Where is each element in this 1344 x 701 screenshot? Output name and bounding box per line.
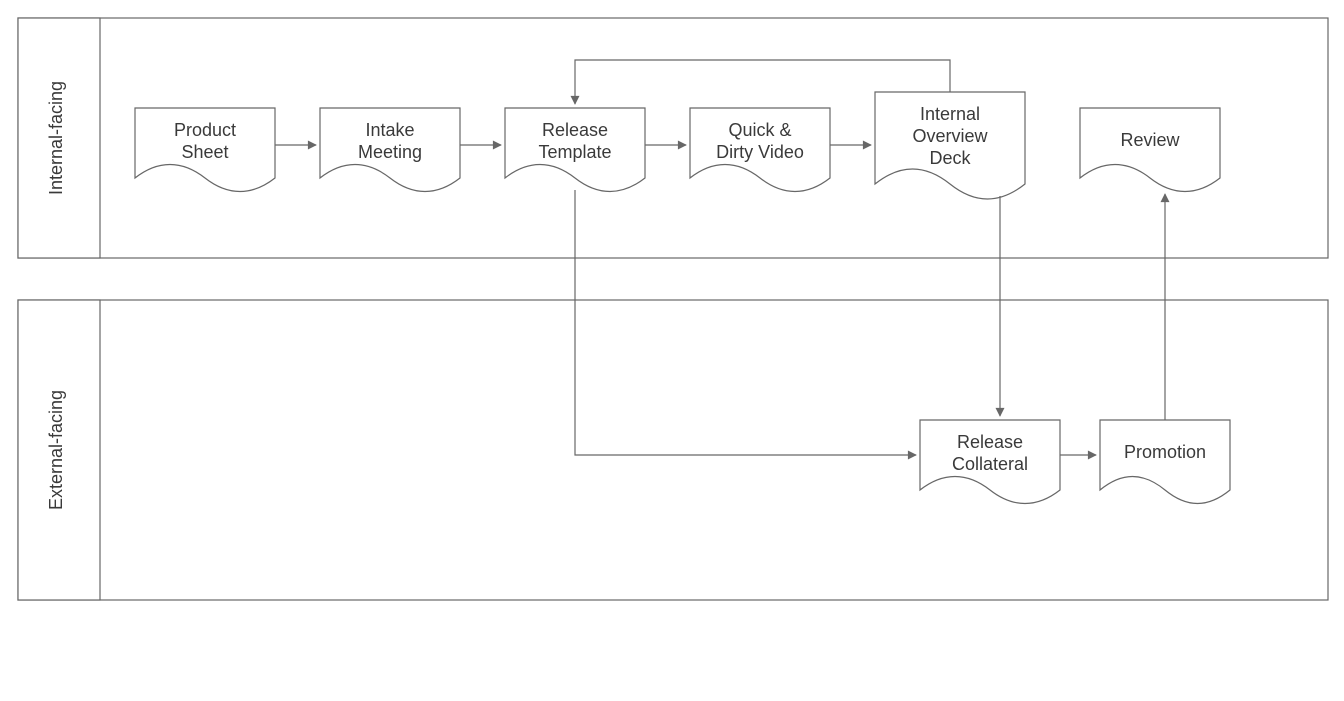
node-intake-meeting-line2: Meeting [358,142,422,162]
node-overview-deck-line2: Overview [912,126,988,146]
lane-internal-label: Internal-facing [46,81,66,195]
node-release-template-line1: Release [542,120,608,140]
node-overview-deck-line1: Internal [920,104,980,124]
node-product-sheet-line2: Sheet [181,142,228,162]
node-quick-dirty-line2: Dirty Video [716,142,804,162]
node-promotion-line1: Promotion [1124,442,1206,462]
node-release-collateral-line1: Release [957,432,1023,452]
node-review-line1: Review [1120,130,1180,150]
node-release-template-line2: Template [538,142,611,162]
node-intake-meeting-line1: Intake [365,120,414,140]
node-quick-dirty-line1: Quick & [728,120,791,140]
node-overview-deck-line3: Deck [929,148,971,168]
node-product-sheet-line1: Product [174,120,236,140]
lane-external-label: External-facing [46,390,66,510]
swimlane-diagram: Internal-facing External-facing Product … [0,0,1344,701]
node-release-collateral-line2: Collateral [952,454,1028,474]
